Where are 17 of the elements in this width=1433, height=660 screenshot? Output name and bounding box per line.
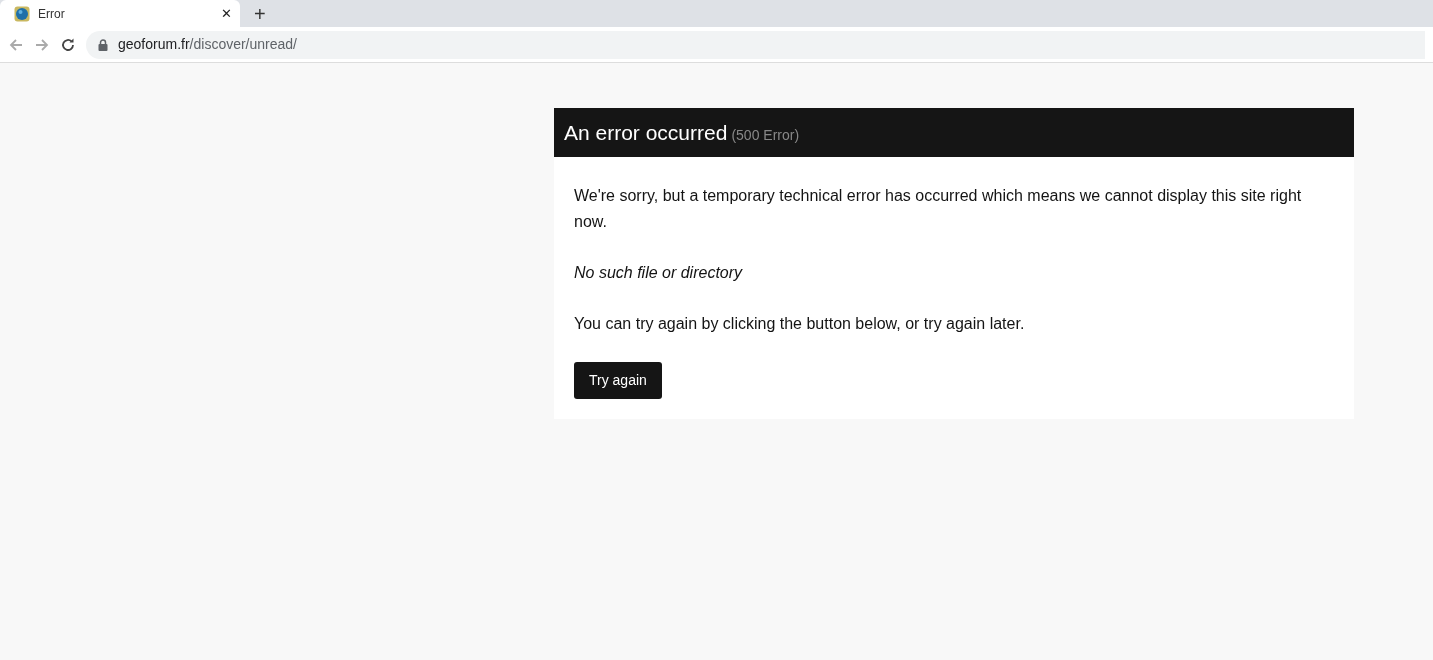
error-code: (500 Error) xyxy=(731,127,800,143)
tab-title: Error xyxy=(38,5,65,23)
try-again-button[interactable]: Try again xyxy=(574,361,662,399)
url-text: geoforum.fr/discover/unread/ xyxy=(118,35,297,54)
globe-icon xyxy=(14,5,30,22)
error-message: You can try again by clicking the button below, or try again later. xyxy=(574,313,1026,334)
error-message: We're sorry, but a temporary technical error has occurred which means we cannot display this site right now. xyxy=(574,185,1303,232)
reload-icon[interactable] xyxy=(60,36,76,53)
error-detail: No such file or directory xyxy=(574,262,744,283)
new-tab-button[interactable]: + xyxy=(254,3,266,24)
close-icon[interactable]: ✕ xyxy=(221,7,232,20)
forward-icon[interactable] xyxy=(34,36,50,53)
lock-icon xyxy=(98,38,108,51)
browser-tab[interactable]: Error ✕ xyxy=(0,0,240,27)
error-title: An error occurred xyxy=(564,121,728,144)
address-bar[interactable]: geoforum.fr/discover/unread/ xyxy=(86,30,1425,59)
back-icon[interactable] xyxy=(8,36,24,53)
